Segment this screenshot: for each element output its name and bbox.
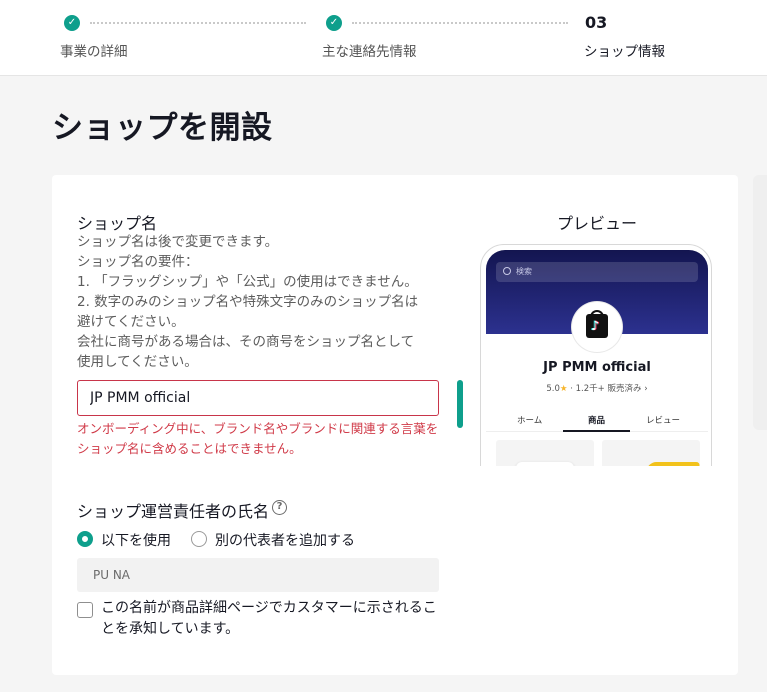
preview-shop-stats: 5.0★ · 1.2千+ 販売済み › (486, 382, 708, 394)
step-2-check-icon: ✓ (326, 15, 342, 31)
preview-product-card (602, 440, 701, 466)
product-image-pillow (516, 462, 574, 466)
shop-name-title: ショップ名 (77, 214, 158, 233)
shop-name-error: オンボーディング中に、ブランド名やブランドに関連する言葉をショップ名に含めること… (77, 421, 439, 456)
preview-tabs: ホーム 商品 レビュー (486, 408, 708, 432)
music-note-icon: ♪ (591, 319, 600, 334)
search-icon (503, 267, 511, 275)
preview-shop-name: JP PMM official (543, 360, 651, 375)
consent-checkbox[interactable] (77, 602, 93, 618)
desc-line: 会社に商号がある場合は、その商号をショップ名として (77, 334, 415, 350)
side-panel-edge (753, 175, 767, 430)
preview-product-card (496, 440, 594, 466)
scrollbar-handle[interactable] (457, 380, 463, 428)
preview-search-placeholder: 検索 (516, 267, 532, 276)
desc-line: ショップ名の要件： (77, 254, 199, 270)
step-1-check-icon: ✓ (64, 15, 80, 31)
help-icon[interactable]: ? (272, 500, 287, 515)
step-2-label: 主な連絡先情報 (322, 44, 417, 60)
shop-name-description: ショップ名は後で変更できます。 ショップ名の要件： 1. 「フラッグシップ」や「… (77, 232, 418, 372)
step-connector (352, 22, 568, 24)
radio-add-representative-label[interactable]: 別の代表者を追加する (215, 530, 355, 550)
manager-name-field[interactable]: PU NA (77, 558, 439, 592)
preview-sold-count: · 1.2千+ 販売済み › (570, 384, 648, 394)
phone-frame: 検索 ♪ JP PMM official 5.0★ · 1.2千+ 販売済み ›… (480, 244, 712, 466)
preview-tab-home: ホーム (517, 416, 543, 426)
radio-use-below-label[interactable]: 以下を使用 (101, 530, 171, 550)
preview-rating: 5.0 (546, 384, 560, 394)
phone-screen: 検索 ♪ JP PMM official 5.0★ · 1.2千+ 販売済み ›… (486, 250, 708, 466)
preview-tab-products: 商品 (588, 416, 606, 426)
step-1-label: 事業の詳細 (60, 44, 128, 60)
preview-title: プレビュー (557, 214, 638, 233)
star-icon: ★ (559, 384, 568, 394)
page-title: ショップを開設 (52, 110, 273, 146)
step-3-label: ショップ情報 (584, 44, 665, 60)
desc-line: 1. 「フラッグシップ」や「公式」の使用はできません。 (77, 274, 418, 290)
shop-avatar: ♪ (572, 302, 622, 352)
product-image-yellow (639, 462, 701, 466)
preview-tab-reviews: レビュー (646, 416, 681, 426)
manager-name-title: ショップ運営責任者の氏名 (77, 502, 270, 521)
desc-line: ショップ名は後で変更できます。 (77, 234, 279, 250)
desc-line: 2. 数字のみのショップ名や特殊文字のみのショップ名は (77, 294, 419, 310)
desc-line: 使用してください。 (77, 354, 198, 370)
shop-name-input[interactable] (77, 380, 439, 416)
phone-preview: 検索 ♪ JP PMM official 5.0★ · 1.2千+ 販売済み ›… (478, 243, 714, 466)
preview-search-bar: 検索 (496, 262, 698, 282)
active-tab-underline (563, 430, 630, 432)
radio-use-below[interactable] (77, 531, 93, 547)
step-3-number: 03 (585, 13, 608, 32)
consent-label[interactable]: この名前が商品詳細ページでカスタマーに示されることを承知しています。 (101, 598, 441, 640)
step-connector (90, 22, 306, 24)
desc-line: 避けてください。 (77, 314, 185, 330)
radio-add-representative[interactable] (191, 531, 207, 547)
progress-stepper: ✓ 事業の詳細 ✓ 主な連絡先情報 03 ショップ情報 (0, 0, 767, 76)
